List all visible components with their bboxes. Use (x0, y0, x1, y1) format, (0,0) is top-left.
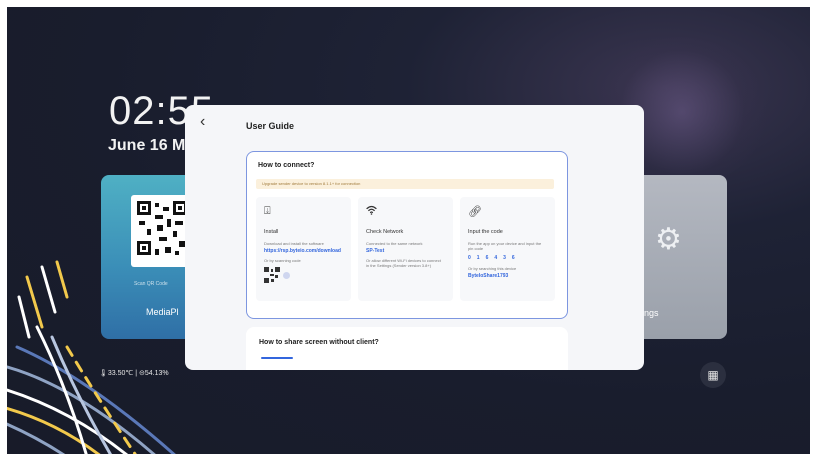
zoom-icon[interactable] (283, 272, 290, 279)
step-install: ⍗ Install Download and install the softw… (256, 197, 351, 301)
step-extra: Or by searching this device (468, 266, 517, 271)
gear-icon: ⚙ (655, 223, 682, 256)
step-text: Connected to the same network (366, 241, 423, 246)
share-title: How to share screen without client? (259, 339, 379, 346)
dialog-title: User Guide (246, 121, 295, 131)
step-text: Run the app on your device and input the… (468, 241, 542, 251)
apps-grid-button[interactable]: ▦ (700, 362, 726, 388)
step-text: Download and install the software (264, 241, 324, 246)
wifi-icon (366, 205, 445, 221)
share-without-client-card[interactable]: How to share screen without client? (246, 327, 568, 370)
download-icon: ⍗ (264, 205, 271, 217)
pin-digit: 3 (503, 255, 506, 261)
pin-digit: 0 (468, 255, 471, 261)
pin-digit: 1 (476, 255, 480, 261)
download-link[interactable]: https://rsp.byteio.com/download (264, 248, 343, 254)
share-tab-indicator (261, 357, 293, 359)
step-title: Install (264, 229, 279, 235)
date-text: June 16 M (108, 137, 186, 154)
qr-caption: Scan QR Code (134, 281, 168, 287)
pin-digit: 6 (485, 255, 489, 261)
upgrade-notice: Upgrade sender device to version 8.1.1+ … (256, 179, 554, 189)
step-title: Input the code (468, 229, 503, 235)
connect-title: How to connect? (258, 162, 315, 169)
back-button[interactable]: ‹ (200, 113, 205, 131)
device-name: ByteIoShare1793 (468, 273, 509, 279)
step-input-code: 🔗︎ Input the code Run the app on your de… (460, 197, 555, 301)
how-to-connect-card: How to connect? Upgrade sender device to… (246, 151, 568, 319)
media-player-label: MediaPl (146, 307, 179, 317)
step-check-network: Check Network Connected to the same netw… (358, 197, 453, 301)
sensor-status: 🌡33.50℃ | ⊝54.13% (99, 370, 169, 377)
pin-code: 0 1 6 4 3 6 (468, 255, 547, 261)
step-extra: Or by scanning code (264, 258, 301, 263)
qr-code-icon (137, 201, 187, 255)
user-guide-dialog: ‹ User Guide How to connect? Upgrade sen… (185, 105, 644, 370)
step-extra: Or allow different Wi-Fi devices to conn… (366, 258, 441, 268)
pin-digit: 4 (494, 255, 498, 261)
qr-code (131, 195, 193, 267)
link-icon: 🔗︎ (468, 206, 482, 218)
apps-grid-icon: ▦ (707, 368, 719, 382)
network-name: SP-Test (366, 248, 385, 254)
download-qr-icon (264, 267, 280, 283)
step-title: Check Network (366, 229, 404, 235)
pin-digit: 6 (511, 255, 515, 261)
